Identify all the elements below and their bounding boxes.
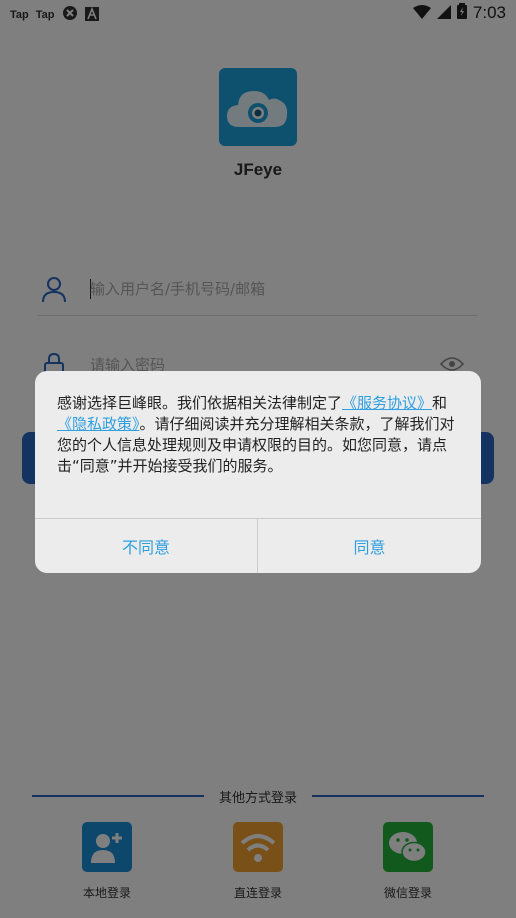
privacy-dialog: 感谢选择巨峰眼。我们依据相关法律制定了《服务协议》和《隐私政策》。请仔细阅读并充… — [35, 371, 481, 573]
dialog-text-before: 感谢选择巨峰眼。我们依据相关法律制定了 — [57, 394, 343, 412]
service-agreement-link[interactable]: 《服务协议》 — [342, 394, 432, 412]
dialog-text-and: 和 — [432, 394, 448, 412]
privacy-policy-link[interactable]: 《隐私政策》 — [57, 415, 140, 433]
agree-button[interactable]: 同意 — [258, 519, 481, 573]
privacy-dialog-message: 感谢选择巨峰眼。我们依据相关法律制定了《服务协议》和《隐私政策》。请仔细阅读并充… — [57, 393, 465, 477]
disagree-button[interactable]: 不同意 — [35, 519, 257, 573]
